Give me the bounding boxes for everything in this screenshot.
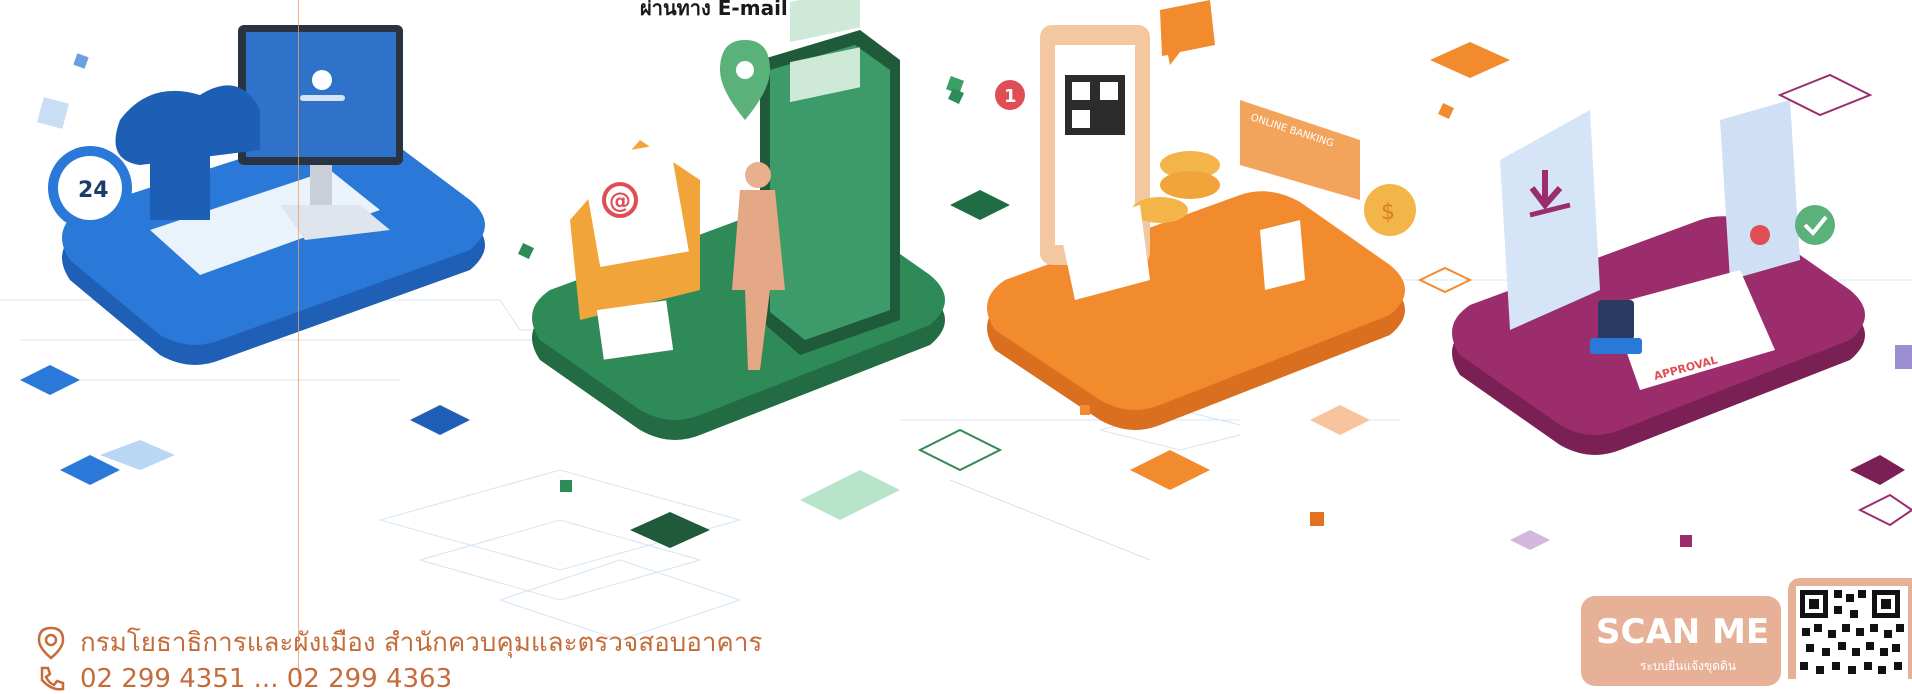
- location-pin-icon: [37, 626, 65, 660]
- tile-approval: APPROVAL: [1452, 73, 1912, 550]
- certificate-icon: [1720, 100, 1835, 280]
- clock-badge: 24: [78, 178, 109, 203]
- scan-me-title: SCAN ME: [1596, 612, 1770, 652]
- tile-payment: 1 ONLINE BANKING $: [948, 0, 1510, 542]
- qr-code-icon[interactable]: [1788, 578, 1912, 679]
- envelope-icon: @: [570, 140, 700, 320]
- notification-count: 1: [1004, 86, 1017, 107]
- guide-line: [298, 0, 299, 679]
- infographic-scene: ผ่านทาง E-mail 24 @ 1 ONLINE BANKING $ A…: [0, 0, 1912, 694]
- qr-code-frame[interactable]: [1788, 578, 1912, 679]
- address-row: กรมโยธาธิการและผังเมือง สำนักควบคุมและตร…: [36, 622, 762, 663]
- illustration-canvas: 24 @ 1 ONLINE BANKING $ APPROVAL: [0, 0, 1912, 641]
- svg-text:$: $: [1381, 200, 1395, 225]
- clock-icon: 24: [48, 146, 132, 230]
- email-badge: @: [609, 189, 631, 214]
- phone-row: 02 299 4351 ... 02 299 4363: [36, 664, 452, 694]
- address-text: กรมโยธาธิการและผังเมือง สำนักควบคุมและตร…: [80, 628, 763, 658]
- phone-icon: [760, 0, 900, 355]
- scan-me-subtitle: ระบบยื่นแจ้งขุดดิน: [1640, 659, 1736, 673]
- notification-badge: 1: [995, 80, 1025, 110]
- top-caption: ผ่านทาง E-mail: [640, 0, 788, 20]
- phone-text: 02 299 4351 ... 02 299 4363: [80, 664, 453, 694]
- tile-computer: 24: [20, 25, 485, 485]
- chat-bubble-icon: [1160, 0, 1215, 65]
- phone-icon: [40, 666, 65, 691]
- tile-email: @: [518, 0, 1010, 548]
